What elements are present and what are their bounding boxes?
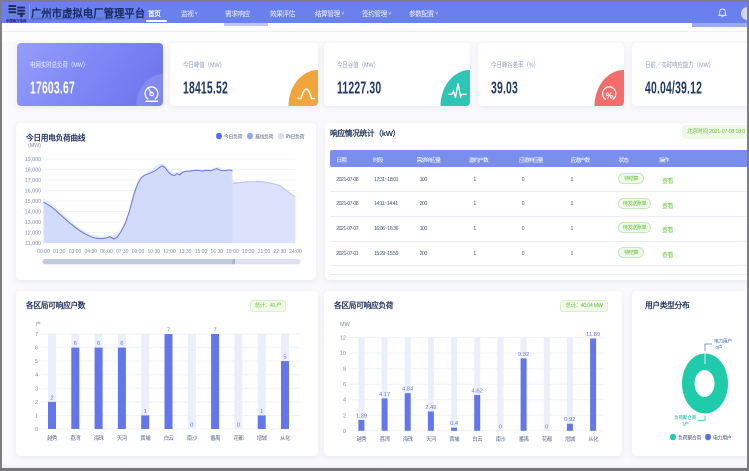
svg-text:花都: 花都 (234, 434, 245, 442)
svg-text:16:30: 16:30 (211, 249, 224, 255)
svg-text:6: 6 (120, 341, 123, 347)
svg-text:花都: 花都 (542, 435, 553, 443)
svg-text:07:30: 07:30 (116, 249, 129, 255)
svg-text:14,000: 14,000 (25, 210, 41, 216)
svg-text:4: 4 (35, 373, 38, 379)
svg-text:19:30: 19:30 (242, 249, 255, 255)
svg-text:天河: 天河 (426, 435, 437, 443)
svg-text:5: 5 (283, 355, 286, 361)
svg-text:24:00: 24:00 (289, 249, 302, 255)
svg-text:12:00: 12:00 (163, 249, 176, 255)
svg-text:0: 0 (343, 429, 346, 435)
svg-text:海珠: 海珠 (94, 434, 105, 442)
svg-text:17,000: 17,000 (25, 178, 41, 184)
svg-text:昨日负荷: 昨日负荷 (286, 134, 305, 141)
svg-text:15:00: 15:00 (195, 249, 208, 255)
svg-text:荔湾: 荔湾 (70, 434, 81, 442)
svg-text:16,000: 16,000 (25, 189, 41, 195)
svg-text:6: 6 (97, 341, 100, 347)
svg-text:18:00: 18:00 (226, 249, 239, 255)
svg-text:11,000: 11,000 (25, 241, 41, 247)
svg-text:13:30: 13:30 (179, 249, 192, 255)
svg-text:黄埔: 黄埔 (449, 435, 460, 443)
svg-text:00:00: 00:00 (37, 249, 50, 255)
svg-text:番禺: 番禺 (210, 435, 220, 442)
svg-text:7: 7 (167, 328, 170, 334)
svg-text:3户: 3户 (682, 421, 689, 428)
svg-text:1: 1 (260, 409, 263, 415)
svg-text:今日用电负荷曲线: 今日用电负荷曲线 (25, 133, 86, 143)
svg-text:04:30: 04:30 (85, 249, 98, 255)
svg-text:番禺: 番禺 (519, 436, 529, 443)
svg-text:0: 0 (237, 423, 240, 429)
svg-text:01:30: 01:30 (53, 249, 66, 255)
svg-text:6: 6 (74, 341, 77, 347)
svg-text:增城: 增城 (565, 435, 576, 443)
svg-text:%: % (606, 91, 614, 100)
svg-text:7: 7 (213, 328, 216, 334)
svg-text:0: 0 (35, 427, 38, 433)
svg-text:(MW): (MW) (28, 143, 41, 149)
svg-text:荔湾: 荔湾 (380, 435, 391, 443)
svg-text:0: 0 (545, 424, 548, 430)
svg-text:9.32: 9.32 (518, 352, 529, 358)
svg-text:10:30: 10:30 (148, 249, 161, 255)
svg-text:0: 0 (190, 423, 193, 429)
svg-text:2: 2 (35, 400, 38, 406)
svg-text:11.89: 11.89 (586, 332, 600, 338)
svg-text:4: 4 (343, 398, 346, 404)
svg-text:12,000: 12,000 (25, 231, 41, 237)
svg-text:19,000: 19,000 (25, 157, 41, 163)
svg-text:0户: 0户 (716, 344, 723, 351)
svg-text:0: 0 (499, 424, 502, 430)
svg-text:黄埔: 黄埔 (140, 434, 151, 442)
svg-text:3: 3 (35, 386, 38, 392)
svg-text:1: 1 (144, 409, 147, 415)
svg-text:电力用户: 电力用户 (713, 434, 732, 441)
svg-text:2.49: 2.49 (425, 405, 436, 411)
svg-text:03:00: 03:00 (69, 249, 82, 255)
svg-text:户: 户 (36, 320, 42, 328)
svg-text:越秀: 越秀 (47, 434, 58, 442)
svg-text:0.4: 0.4 (450, 421, 459, 427)
svg-text:海珠: 海珠 (403, 435, 414, 443)
svg-text:15,000: 15,000 (25, 199, 41, 205)
svg-text:2: 2 (50, 395, 53, 401)
svg-text:22:30: 22:30 (274, 249, 287, 255)
svg-text:18,000: 18,000 (25, 168, 41, 174)
svg-text:负荷聚合商: 负荷聚合商 (674, 414, 697, 421)
svg-text:1: 1 (35, 413, 38, 419)
svg-text:从化: 从化 (280, 434, 291, 442)
svg-text:13,000: 13,000 (25, 220, 41, 226)
svg-text:负荷聚合商: 负荷聚合商 (678, 434, 701, 441)
svg-text:1.39: 1.39 (356, 414, 367, 420)
svg-text:4.62: 4.62 (472, 388, 483, 394)
svg-text:6: 6 (35, 346, 38, 352)
svg-text:MW: MW (340, 322, 351, 328)
svg-text:8: 8 (343, 367, 346, 373)
svg-text:基线负荷: 基线负荷 (255, 134, 274, 141)
svg-text:09:00: 09:00 (132, 249, 145, 255)
svg-text:电力用户: 电力用户 (714, 338, 732, 345)
svg-text:12: 12 (340, 336, 346, 342)
svg-text:4.84: 4.84 (402, 387, 414, 393)
svg-text:5: 5 (35, 359, 38, 365)
svg-text:今日负荷: 今日负荷 (224, 134, 243, 141)
svg-text:7: 7 (35, 332, 38, 338)
svg-text:2: 2 (343, 413, 346, 419)
svg-text:南沙: 南沙 (496, 435, 507, 443)
svg-text:6: 6 (343, 382, 346, 388)
svg-text:10: 10 (340, 351, 346, 357)
svg-text:白云: 白云 (164, 434, 175, 442)
svg-text:从化: 从化 (588, 435, 599, 443)
svg-text:06:00: 06:00 (100, 249, 113, 255)
svg-text:白云: 白云 (472, 435, 483, 443)
svg-text:越秀: 越秀 (357, 435, 368, 443)
svg-text:增城: 增城 (257, 434, 268, 442)
svg-text:21:00: 21:00 (258, 249, 271, 255)
svg-text:天河: 天河 (117, 434, 128, 442)
svg-text:南沙: 南沙 (187, 434, 198, 442)
svg-text:0.92: 0.92 (564, 417, 575, 423)
svg-text:4.17: 4.17 (379, 392, 390, 398)
